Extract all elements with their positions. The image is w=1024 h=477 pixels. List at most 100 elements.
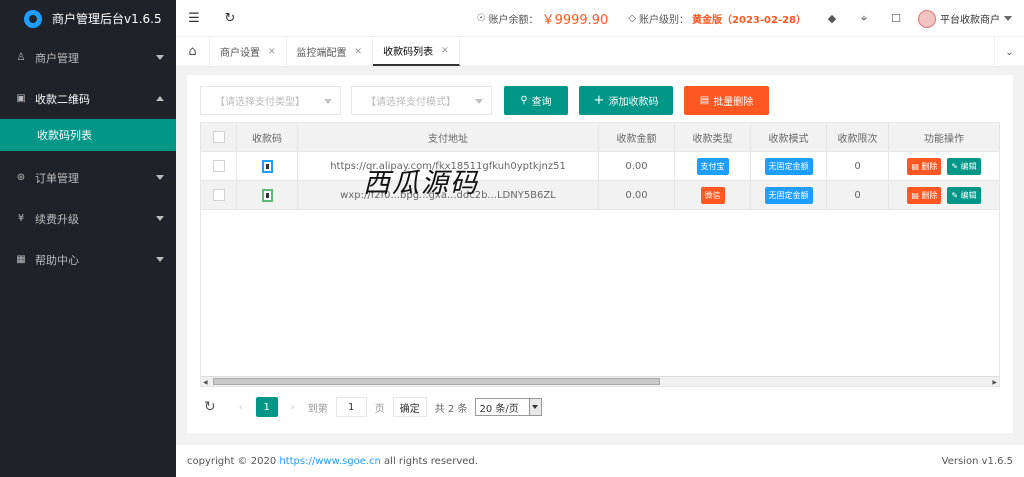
lock-icon[interactable]: ☐ — [880, 12, 912, 25]
chevron-down-icon — [156, 175, 164, 180]
sidebar-item-orders[interactable]: ⊛ 订单管理 — [0, 157, 176, 198]
qrcode-thumbnail[interactable] — [237, 152, 298, 180]
chevron-down-icon — [156, 55, 164, 60]
tab-qrcode-list[interactable]: 收款码列表 ✕ — [373, 37, 460, 66]
sidebar-item-renew[interactable]: ¥ 续费升级 — [0, 198, 176, 239]
limit-cell: 0 — [827, 181, 889, 209]
avatar — [918, 9, 936, 28]
qrcode-icon — [261, 188, 273, 202]
balance-icon: ☉ — [476, 13, 486, 24]
mode-badge: 无固定金额 — [764, 157, 813, 175]
menu-fold-icon[interactable]: ☰ — [176, 11, 212, 26]
row-checkbox[interactable] — [201, 152, 237, 180]
tab-merchant-settings[interactable]: 商户设置 ✕ — [210, 37, 287, 66]
main-card: 【请选择支付类型】 【请选择支付模式】 ⚲ 查询 + 添加收款码 ▤ 批量删除 收款码… — [187, 75, 1013, 433]
delete-button[interactable]: ▤ 删除 — [907, 157, 942, 175]
amount-cell: 0.00 — [599, 181, 675, 209]
qrcode-icon — [261, 159, 273, 173]
limit-cell: 0 — [827, 152, 889, 180]
select-all-checkbox[interactable] — [201, 123, 237, 151]
footer: copyright © 2020 https://www.sgoe.cn all… — [176, 445, 1024, 477]
query-button[interactable]: ⚲ 查询 — [504, 86, 568, 115]
pay-mode-select[interactable]: 【请选择支付模式】 — [351, 86, 492, 115]
balance-value: ￥9999.90 — [541, 13, 609, 28]
header-type: 收款类型 — [675, 123, 751, 151]
chevron-down-icon — [156, 216, 164, 221]
header-address: 支付地址 — [298, 123, 599, 151]
sidebar-subitem-qrcode-list[interactable]: 收款码列表 — [0, 119, 176, 151]
home-icon[interactable]: ⌂ — [176, 37, 210, 66]
confirm-button[interactable]: 确定 — [392, 397, 427, 417]
mode-cell: 无固定金额 — [751, 152, 827, 180]
image-icon: ▣ — [16, 93, 26, 104]
edit-button[interactable]: ✎ 编辑 — [947, 186, 981, 204]
amount-cell: 0.00 — [599, 152, 675, 180]
site-link[interactable]: https://www.sgoe.cn — [279, 456, 380, 467]
pagination: ↻ ‹ 1 › 到第 1 页 确定 共 2 条 20 条/页 — [200, 395, 543, 419]
tabs-bar: ⌂ 商户设置 ✕ 监控端配置 ✕ 收款码列表 ✕ ⌄ — [176, 37, 1024, 67]
user-icon: ♙ — [16, 52, 26, 63]
actions-cell: ▤ 删除 ✎ 编辑 — [889, 181, 999, 209]
total-count: 共 2 条 — [434, 403, 468, 415]
close-icon[interactable]: ✕ — [441, 46, 449, 56]
trash-icon: ▤ — [699, 95, 710, 106]
copyright: copyright © 2020 https://www.sgoe.cn all… — [187, 455, 478, 467]
table-row: wxp://f2f0...bpg...gxa...ddc2b...LDNY5B6… — [201, 181, 999, 210]
logo: 商户管理后台v1.6.5 — [0, 0, 176, 37]
user-menu[interactable]: 平台收款商户 — [912, 9, 1024, 28]
table-row: https://qr.alipay.com/fkx18511gfkuh0yptk… — [201, 152, 999, 181]
tab-monitor-config[interactable]: 监控端配置 ✕ — [287, 37, 374, 66]
close-icon[interactable]: ✕ — [268, 47, 276, 57]
header-mode: 收款模式 — [751, 123, 827, 151]
type-cell: 微信 — [675, 181, 751, 209]
current-page[interactable]: 1 — [255, 397, 278, 417]
page-size-select[interactable]: 20 条/页 — [475, 398, 543, 416]
chevron-down-icon — [156, 257, 164, 262]
caret-down-icon — [529, 399, 542, 415]
row-checkbox[interactable] — [201, 181, 237, 209]
page-unit: 页 — [374, 403, 385, 415]
mode-badge: 无固定金额 — [764, 186, 813, 204]
goto-page-input[interactable]: 1 — [335, 397, 367, 417]
refresh-icon[interactable]: ↻ — [204, 399, 216, 415]
chevron-up-icon — [156, 96, 164, 101]
fullscreen-icon[interactable]: ⌖ — [848, 12, 880, 26]
chevron-down-icon[interactable]: ⌄ — [994, 37, 1024, 67]
header-actions: 功能操作 — [924, 133, 964, 145]
scroll-right-icon[interactable]: ▶ — [992, 379, 997, 386]
close-icon[interactable]: ✕ — [355, 47, 363, 57]
header-qrcode: 收款码 — [237, 123, 298, 151]
horizontal-scrollbar[interactable]: ◀ ▶ — [201, 376, 999, 386]
watermark: 西瓜源码 — [363, 168, 479, 199]
scroll-left-icon[interactable]: ◀ — [203, 379, 208, 386]
type-badge: 微信 — [700, 186, 725, 204]
logo-icon — [24, 9, 42, 28]
next-page-icon[interactable]: › — [286, 402, 300, 413]
balance: ☉ 账户余额： ￥9999.90 — [467, 9, 619, 28]
sidebar: 商户管理后台v1.6.5 ♙ 商户管理 ▣ 收款二维码 收款码列表 ⊛ 订单管理… — [0, 0, 176, 477]
header-amount: 收款金额 — [599, 123, 675, 151]
type-cell: 支付宝 — [675, 152, 751, 180]
caret-down-icon — [1004, 16, 1012, 21]
refresh-icon[interactable]: ↻ — [212, 11, 248, 26]
add-qrcode-button[interactable]: + 添加收款码 — [579, 86, 673, 115]
pay-type-select[interactable]: 【请选择支付类型】 — [200, 86, 341, 115]
delete-button[interactable]: ▤ 删除 — [907, 186, 942, 204]
sidebar-item-help[interactable]: ▦ 帮助中心 — [0, 239, 176, 280]
tag-icon[interactable]: ◆ — [816, 12, 848, 25]
sidebar-item-qrcode[interactable]: ▣ 收款二维码 — [0, 78, 176, 119]
sidebar-item-merchant[interactable]: ♙ 商户管理 — [0, 37, 176, 78]
search-icon: ⚲ — [520, 95, 528, 106]
qrcode-thumbnail[interactable] — [237, 181, 298, 209]
topbar: ☰ ↻ ☉ 账户余额： ￥9999.90 ◇ 账户级别： 黄金版（2023-02… — [176, 0, 1024, 37]
scroll-thumb[interactable] — [213, 378, 660, 385]
diamond-icon: ◇ — [628, 13, 637, 24]
app-title: 商户管理后台v1.6.5 — [52, 12, 162, 26]
level-value: 黄金版（2023-02-28） — [692, 15, 806, 26]
prev-page-icon[interactable]: ‹ — [234, 402, 248, 413]
edit-button[interactable]: ✎ 编辑 — [947, 157, 981, 175]
batch-delete-button[interactable]: ▤ 批量删除 — [684, 86, 769, 115]
table-header: 收款码 支付地址 收款金额 收款类型 收款模式 收款限次 功能操作 — [201, 123, 999, 152]
type-badge: 支付宝 — [696, 157, 729, 175]
version: Version v1.6.5 — [941, 455, 1013, 467]
